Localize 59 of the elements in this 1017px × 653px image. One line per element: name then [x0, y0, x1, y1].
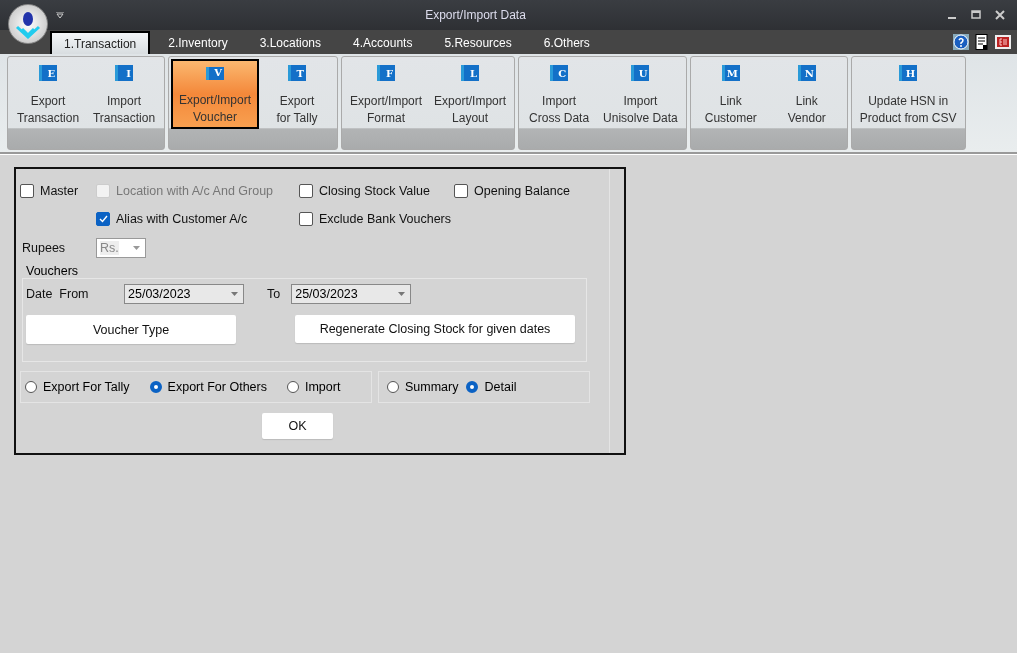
voucher-type-button[interactable]: Voucher Type — [26, 315, 236, 344]
book-icon: F — [377, 65, 396, 81]
tab[interactable]: 4.Accounts — [339, 33, 427, 54]
dropdown-icon[interactable] — [56, 11, 64, 19]
exit-icon[interactable] — [995, 35, 1011, 49]
date-picker[interactable]: 25/03/2023 — [291, 284, 412, 304]
regenerate-button[interactable]: Regenerate Closing Stock for given dates — [295, 315, 575, 343]
tab[interactable]: 6.Others — [529, 33, 604, 54]
book-icon: H — [899, 65, 918, 81]
book-icon: L — [461, 65, 480, 81]
tab[interactable]: 5.Resources — [430, 33, 526, 54]
checkbox[interactable]: Closing Stock Value — [299, 184, 454, 198]
radio-button[interactable]: Export For Others — [149, 380, 267, 394]
book-icon: M — [721, 65, 740, 81]
ribbon-button[interactable]: U Import Unisolve Data — [597, 59, 684, 129]
book-icon: T — [288, 65, 307, 81]
ribbon-button[interactable]: C Import Cross Data — [521, 59, 598, 129]
close-icon[interactable] — [995, 10, 1005, 20]
ok-button[interactable]: OK — [262, 413, 333, 439]
document-icon[interactable] — [975, 34, 989, 50]
date-from-label: Date From — [26, 287, 90, 301]
app-logo[interactable] — [8, 4, 48, 44]
date-to-label: To — [267, 287, 281, 301]
caret-icon — [133, 246, 140, 250]
radio-button[interactable]: Summary — [387, 380, 459, 394]
check-icon — [98, 215, 108, 223]
maximize-icon[interactable] — [971, 10, 981, 20]
date-picker[interactable]: 25/03/2023 — [124, 284, 244, 304]
vouchers-heading: Vouchers — [26, 264, 80, 278]
book-icon: N — [797, 65, 816, 81]
ribbon-button[interactable]: I Import Transaction — [86, 59, 162, 129]
caret-icon — [231, 292, 238, 296]
radio-button[interactable]: Export For Tally — [25, 380, 130, 394]
ribbon-button[interactable]: N Link Vendor — [768, 59, 845, 129]
book-icon: I — [115, 65, 133, 81]
tab[interactable]: 3.Locations — [245, 33, 336, 54]
ribbon-button[interactable]: L Export/Import Layout — [428, 59, 513, 129]
window-title: Export/Import Data — [424, 8, 527, 22]
checkbox[interactable]: Opening Balance — [454, 184, 609, 198]
help-icon[interactable] — [953, 34, 969, 50]
ribbon-button[interactable]: M Link Customer — [692, 59, 769, 129]
radio-button[interactable]: Detail — [466, 380, 517, 394]
checkbox[interactable]: Alias with Customer A/c — [96, 212, 299, 226]
ribbon-button[interactable]: F Export/Import Format — [344, 59, 429, 129]
book-icon: E — [39, 65, 57, 81]
rupees-label: Rupees — [22, 241, 67, 255]
radio-button[interactable]: Import — [286, 380, 341, 394]
ribbon-button[interactable]: T Export for Tally — [259, 59, 336, 129]
ribbon-button[interactable]: E Export Transaction — [10, 59, 86, 129]
caret-icon — [398, 292, 406, 296]
checkbox[interactable]: Master — [20, 184, 96, 198]
checkbox[interactable]: Exclude Bank Vouchers — [299, 212, 454, 226]
book-icon: V — [206, 67, 224, 80]
tab[interactable]: 1.Transaction — [50, 31, 151, 54]
book-icon: C — [550, 65, 569, 81]
book-icon: U — [631, 65, 650, 81]
ribbon-button[interactable]: V Export/Import Voucher — [171, 59, 260, 129]
tab[interactable]: 2.Inventory — [154, 33, 242, 54]
ribbon-button[interactable]: H Update HSN in Product from CSV — [853, 59, 963, 129]
